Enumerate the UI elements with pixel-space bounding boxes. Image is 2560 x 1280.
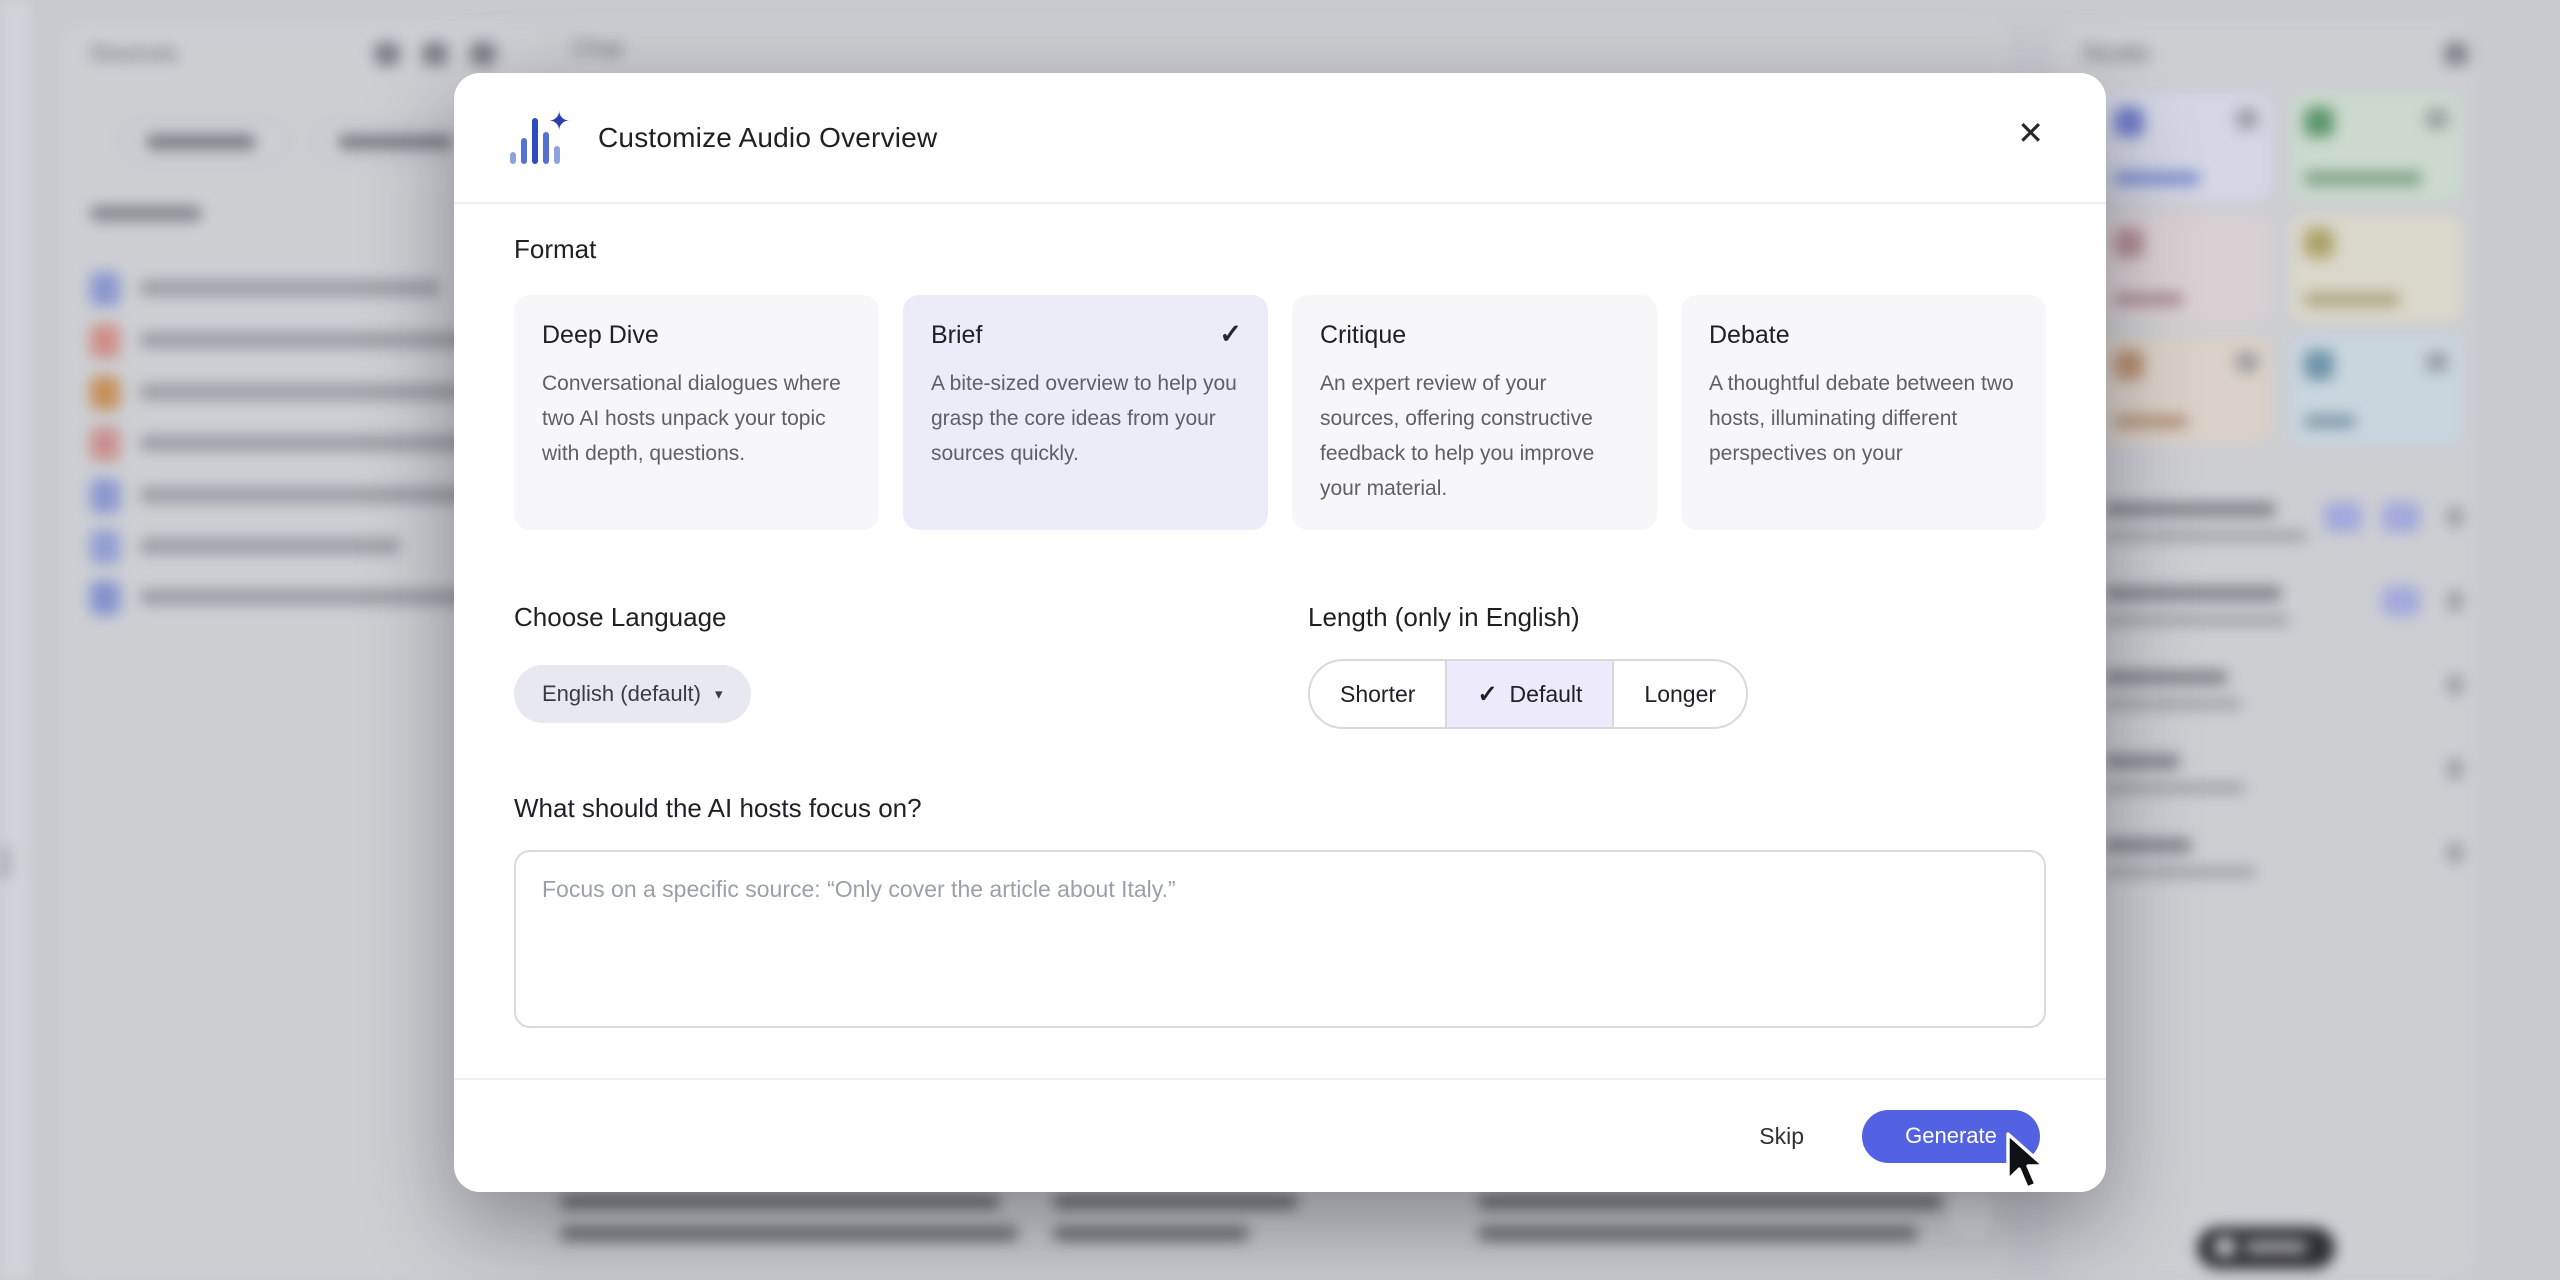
format-card-description: A bite-sized overview to help you grasp … <box>931 366 1240 471</box>
sparkle-glyph: ✦ <box>548 108 570 134</box>
format-card-title: Critique <box>1320 321 1629 350</box>
length-segmented-control: Shorter ✓ Default Longer <box>1308 659 1748 729</box>
selected-check-icon: ✓ <box>1219 319 1242 350</box>
mouse-cursor <box>1998 1132 2054 1199</box>
format-card-deep-dive[interactable]: Deep Dive Conversational dialogues where… <box>514 295 879 530</box>
length-option-shorter[interactable]: Shorter <box>1310 661 1445 727</box>
length-option-longer[interactable]: Longer <box>1612 661 1746 727</box>
dialog-title: Customize Audio Overview <box>598 122 937 154</box>
customize-audio-overview-dialog: ✦ Customize Audio Overview ✕ Format Deep… <box>454 73 2106 1192</box>
format-card-title: Debate <box>1709 321 2018 350</box>
selected-check-icon: ✓ <box>1477 680 1497 709</box>
dialog-header: ✦ Customize Audio Overview ✕ <box>454 73 2106 204</box>
format-card-brief[interactable]: Brief ✓ A bite-sized overview to help yo… <box>903 295 1268 530</box>
chevron-down-icon: ▾ <box>715 685 723 703</box>
format-card-debate[interactable]: Debate A thoughtful debate between two h… <box>1681 295 2046 530</box>
format-heading: Format <box>514 234 2046 265</box>
format-card-description: Conversational dialogues where two AI ho… <box>542 366 851 471</box>
format-card-critique[interactable]: Critique An expert review of your source… <box>1292 295 1657 530</box>
focus-input[interactable] <box>514 850 2046 1028</box>
format-card-description: A thoughtful debate between two hosts, i… <box>1709 366 2018 471</box>
skip-button[interactable]: Skip <box>1759 1123 1804 1150</box>
length-option-label: Longer <box>1644 681 1716 708</box>
audio-overview-sparkle-icon: ✦ <box>510 112 568 164</box>
length-heading: Length (only in English) <box>1308 602 1748 633</box>
format-card-description: An expert review of your sources, offeri… <box>1320 366 1629 506</box>
focus-heading: What should the AI hosts focus on? <box>514 793 2046 824</box>
format-options: Deep Dive Conversational dialogues where… <box>514 295 2046 530</box>
format-card-title: Deep Dive <box>542 321 851 350</box>
dialog-footer: Skip Generate <box>454 1078 2106 1192</box>
length-option-label: Default <box>1510 681 1583 708</box>
close-icon[interactable]: ✕ <box>2017 117 2044 149</box>
language-value: English (default) <box>542 681 701 707</box>
length-option-default[interactable]: ✓ Default <box>1445 661 1612 727</box>
language-dropdown[interactable]: English (default) ▾ <box>514 665 751 723</box>
format-card-title: Brief <box>931 321 1240 350</box>
language-heading: Choose Language <box>514 602 1308 633</box>
length-option-label: Shorter <box>1340 681 1415 708</box>
